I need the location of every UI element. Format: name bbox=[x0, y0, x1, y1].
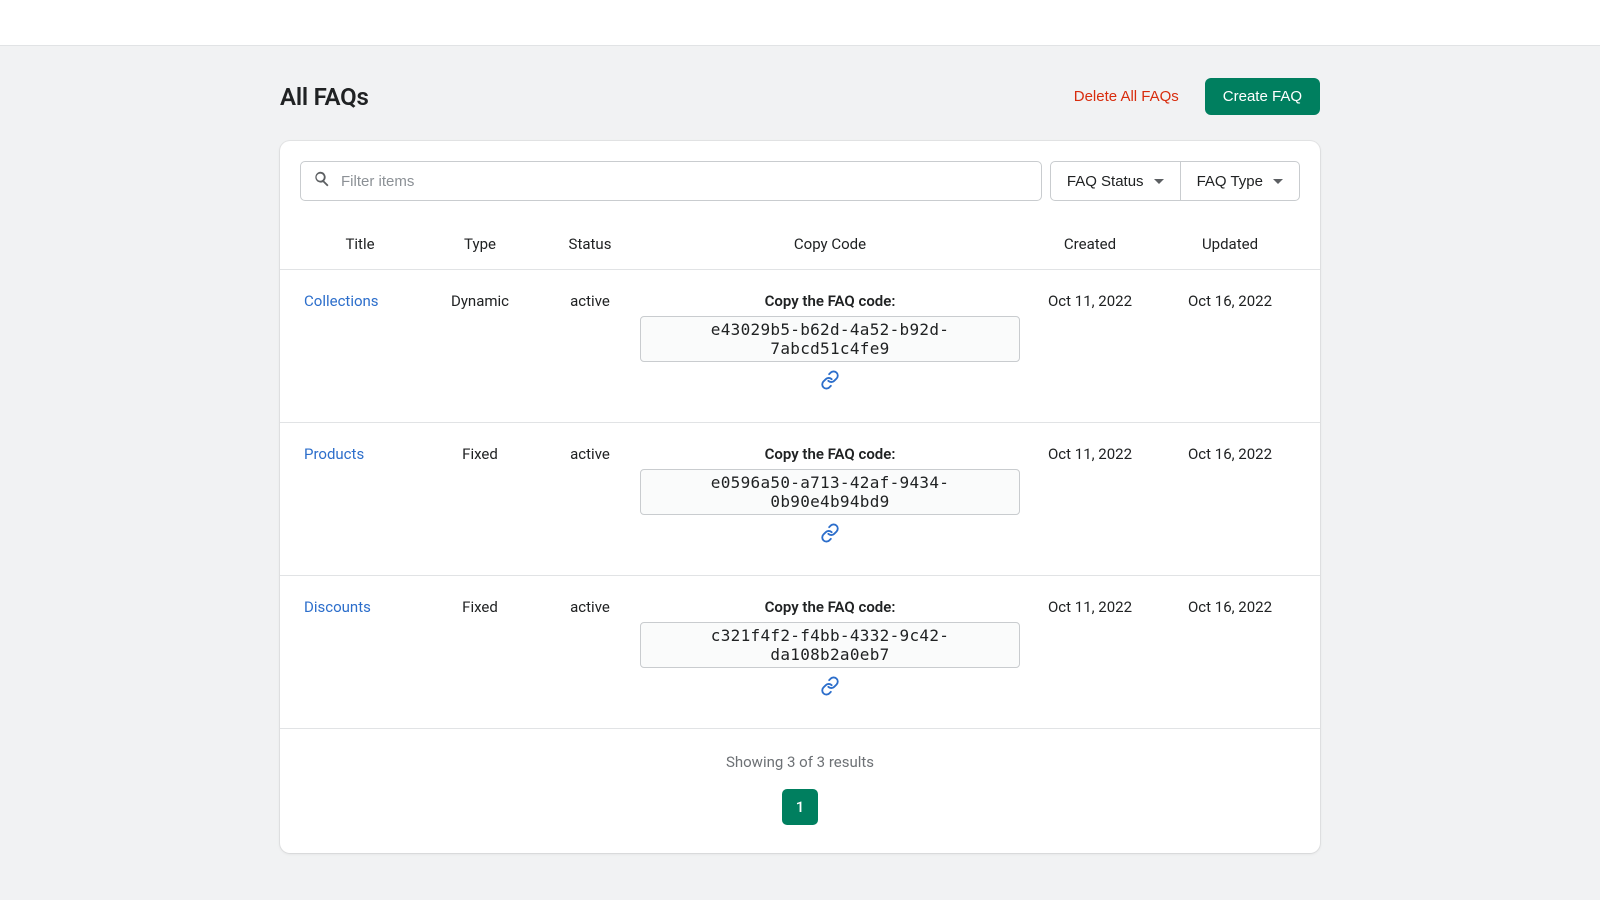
col-header-type: Type bbox=[420, 235, 540, 253]
header-actions: Delete All FAQs Create FAQ bbox=[1070, 78, 1320, 115]
row-created: Oct 11, 2022 bbox=[1020, 598, 1160, 616]
table-row: Collections Dynamic active Copy the FAQ … bbox=[280, 270, 1320, 423]
page-header: All FAQs Delete All FAQs Create FAQ bbox=[280, 78, 1320, 115]
copy-code-label: Copy the FAQ code: bbox=[640, 292, 1020, 310]
col-header-updated: Updated bbox=[1160, 235, 1300, 253]
row-status: active bbox=[540, 445, 640, 463]
faq-type-label: FAQ Type bbox=[1197, 173, 1263, 190]
filter-group: FAQ Status FAQ Type bbox=[1050, 161, 1300, 201]
row-type: Fixed bbox=[420, 445, 540, 463]
faq-code-box[interactable]: e0596a50-a713-42af-9434-0b90e4b94bd9 bbox=[640, 469, 1020, 515]
row-copy: Copy the FAQ code: e0596a50-a713-42af-94… bbox=[640, 445, 1020, 547]
row-created: Oct 11, 2022 bbox=[1020, 445, 1160, 463]
faq-type-filter[interactable]: FAQ Type bbox=[1181, 161, 1300, 201]
row-copy: Copy the FAQ code: e43029b5-b62d-4a52-b9… bbox=[640, 292, 1020, 394]
create-faq-button[interactable]: Create FAQ bbox=[1205, 78, 1320, 115]
delete-all-button[interactable]: Delete All FAQs bbox=[1070, 82, 1183, 111]
caret-down-icon bbox=[1154, 179, 1164, 184]
link-icon[interactable] bbox=[820, 676, 840, 696]
table-row: Products Fixed active Copy the FAQ code:… bbox=[280, 423, 1320, 576]
col-header-copy: Copy Code bbox=[640, 235, 1020, 253]
row-type: Dynamic bbox=[420, 292, 540, 310]
table-footer: Showing 3 of 3 results 1 bbox=[280, 729, 1320, 853]
search-icon bbox=[313, 170, 331, 192]
row-updated: Oct 16, 2022 bbox=[1160, 598, 1300, 616]
row-updated: Oct 16, 2022 bbox=[1160, 445, 1300, 463]
link-icon[interactable] bbox=[820, 523, 840, 543]
copy-code-label: Copy the FAQ code: bbox=[640, 598, 1020, 616]
page-number-button[interactable]: 1 bbox=[782, 789, 818, 825]
table-header: Title Type Status Copy Code Created Upda… bbox=[280, 221, 1320, 270]
col-header-status: Status bbox=[540, 235, 640, 253]
row-title-link[interactable]: Discounts bbox=[304, 598, 371, 616]
page-container: All FAQs Delete All FAQs Create FAQ FAQ … bbox=[280, 46, 1320, 893]
faq-card: FAQ Status FAQ Type Title Type Status Co… bbox=[280, 141, 1320, 853]
row-updated: Oct 16, 2022 bbox=[1160, 292, 1300, 310]
copy-code-label: Copy the FAQ code: bbox=[640, 445, 1020, 463]
row-type: Fixed bbox=[420, 598, 540, 616]
row-created: Oct 11, 2022 bbox=[1020, 292, 1160, 310]
caret-down-icon bbox=[1273, 179, 1283, 184]
faq-status-filter[interactable]: FAQ Status bbox=[1050, 161, 1181, 201]
col-header-title: Title bbox=[300, 235, 420, 253]
faq-code-box[interactable]: e43029b5-b62d-4a52-b92d-7abcd51c4fe9 bbox=[640, 316, 1020, 362]
row-title-link[interactable]: Collections bbox=[304, 292, 379, 310]
row-status: active bbox=[540, 292, 640, 310]
col-header-created: Created bbox=[1020, 235, 1160, 253]
table-row: Discounts Fixed active Copy the FAQ code… bbox=[280, 576, 1320, 729]
top-bar bbox=[0, 0, 1600, 46]
filters-row: FAQ Status FAQ Type bbox=[280, 141, 1320, 221]
link-icon[interactable] bbox=[820, 370, 840, 390]
page-title: All FAQs bbox=[280, 83, 369, 111]
row-copy: Copy the FAQ code: c321f4f2-f4bb-4332-9c… bbox=[640, 598, 1020, 700]
row-status: active bbox=[540, 598, 640, 616]
search-input[interactable] bbox=[331, 173, 1029, 190]
row-title-link[interactable]: Products bbox=[304, 445, 364, 463]
search-field[interactable] bbox=[300, 161, 1042, 201]
faq-code-box[interactable]: c321f4f2-f4bb-4332-9c42-da108b2a0eb7 bbox=[640, 622, 1020, 668]
results-count: Showing 3 of 3 results bbox=[300, 753, 1300, 771]
faq-status-label: FAQ Status bbox=[1067, 173, 1144, 190]
